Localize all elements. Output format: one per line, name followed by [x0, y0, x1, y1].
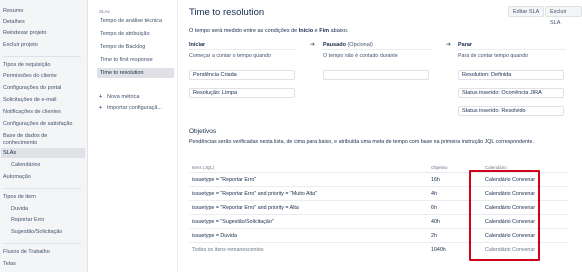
plus-icon: +	[99, 105, 103, 111]
row-jql: Todos os itens remanescentes	[192, 247, 264, 253]
nav-divider	[3, 243, 81, 244]
row-jql: issuetype = "Reportar Erro" and priority…	[192, 191, 317, 197]
nav-base-de-dados[interactable]: Base de dados de conhecimento	[3, 133, 73, 146]
desc-end: Fim	[319, 28, 330, 34]
divider	[189, 49, 297, 50]
stop-condition-field[interactable]: Status inserido: Ocorrência JIRA	[458, 88, 564, 98]
goals-description: Pendências serão verificadas nesta lista…	[189, 139, 534, 145]
nav-notificacoes-de-clientes[interactable]: Notificações de clientes	[3, 109, 85, 116]
pause-heading: Pausado (Opcional)	[323, 42, 373, 48]
divider	[323, 49, 431, 50]
row-jql: issuetype = "Reportar Erro" and priority…	[192, 205, 299, 211]
plus-icon: +	[99, 94, 103, 100]
row-jql: issuetype = "Reportar Erro"	[192, 177, 257, 183]
nav-sugestao-solicitacao[interactable]: Sugestão/Solicitação	[11, 229, 85, 236]
divider	[458, 49, 566, 50]
desc-start: Início	[298, 28, 314, 34]
pause-subtitle: O tempo não é contado durante	[323, 53, 398, 59]
nav-tipos-de-item[interactable]: Tipos de item	[3, 194, 85, 201]
row-jql: issuetype = "Sugestão/Solicitação"	[192, 219, 274, 225]
nav-calendarios[interactable]: Calendários	[11, 162, 85, 169]
row-goal: 6h	[431, 205, 437, 211]
sla-item-tempo-de-atribuicao[interactable]: Tempo de atribuição	[97, 29, 174, 39]
import-config-label: Importar configuraçã...	[107, 105, 163, 111]
nav-divider	[3, 56, 81, 57]
row-goal: 40h	[431, 219, 440, 225]
nav-fluxos-de-trabalho[interactable]: Fluxos de Trabalho	[3, 249, 85, 256]
start-subtitle: Começar a contar o tempo quando	[189, 53, 271, 59]
goals-heading: Objetivos	[189, 128, 217, 135]
stop-heading: Parar	[458, 42, 473, 48]
delete-sla-button[interactable]: Excluir SLA	[545, 6, 582, 26]
import-config-link[interactable]: + Importar configuraçã...	[99, 105, 162, 111]
nav-tipos-de-requisicao[interactable]: Tipos de requisição	[3, 62, 85, 69]
nav-excluir-projeto[interactable]: Excluir projeto	[3, 42, 85, 49]
nav-detalhes[interactable]: Detalhes	[3, 19, 85, 26]
nav-configuracoes-do-portal[interactable]: Configurações do portal	[3, 85, 85, 92]
new-metric-label: Nova métrica	[107, 94, 140, 100]
arrow-right-icon: ➔	[446, 42, 452, 48]
pause-condition-field[interactable]	[323, 70, 429, 80]
start-heading: Iniciar	[189, 42, 206, 48]
nav-solicitacoes-de-email[interactable]: Solicitações de e-mail	[3, 97, 85, 104]
start-condition-field[interactable]: Resolução: Limpa	[189, 88, 295, 98]
stop-condition-field[interactable]: Resolution: Definida	[458, 70, 564, 80]
sla-item-time-to-first-response[interactable]: Time to first response	[97, 55, 174, 65]
row-goal: 2h	[431, 233, 437, 239]
nav-resumo[interactable]: Resumo	[3, 8, 85, 15]
sla-item-tempo-de-analise[interactable]: Tempo de análise técnica	[97, 16, 174, 26]
nav-slas[interactable]: SLAs	[1, 148, 85, 158]
nav-reindexar-projeto[interactable]: Reindexar projeto	[3, 30, 85, 37]
stop-condition-field[interactable]: Status inserido: Resolvido	[458, 106, 564, 116]
col-jql: Itens (JQL)	[192, 165, 215, 170]
project-settings-sidebar: Resumo Detalhes Reindexar projeto Exclui…	[0, 0, 88, 272]
edit-sla-button[interactable]: Editar SLA	[508, 6, 545, 17]
sla-description: O tempo será medido entre as condições d…	[189, 28, 348, 34]
calendar-column-highlight	[469, 170, 540, 261]
desc-prefix: O tempo será medido entre as condições d…	[189, 28, 299, 34]
nav-configuracoes-de-satisfacao[interactable]: Configurações de satisfação	[3, 121, 85, 128]
nav-automacao[interactable]: Automação	[3, 174, 85, 181]
pause-optional: (Opcional)	[347, 42, 373, 48]
pause-title: Pausado	[323, 42, 346, 48]
sla-item-tempo-de-backlog[interactable]: Tempo de Backlog	[97, 42, 174, 52]
new-metric-link[interactable]: + Nova métrica	[99, 94, 139, 100]
start-condition-field[interactable]: Pendência Criada	[189, 70, 295, 80]
arrow-right-icon: ➔	[310, 42, 316, 48]
stop-subtitle: Para de contar tempo quando	[458, 53, 529, 59]
desc-suffix: abaixo.	[329, 28, 349, 34]
nav-duvida[interactable]: Duvida	[11, 206, 85, 213]
row-jql: issuetype = Duvida	[192, 233, 237, 239]
nav-divider	[3, 188, 81, 189]
col-goal: Objetivo	[431, 165, 448, 170]
page-title: Time to resolution	[189, 7, 265, 18]
nav-telas[interactable]: Telas	[3, 261, 85, 268]
row-goal: 1040h	[431, 247, 446, 253]
nav-permissoes-do-cliente[interactable]: Permissões do cliente	[3, 73, 85, 80]
row-goal: 4h	[431, 191, 437, 197]
nav-reportar-erro[interactable]: Reportar Erro	[11, 217, 85, 224]
sla-list-caption: SLAs	[99, 9, 110, 14]
row-goal: 16h	[431, 177, 440, 183]
sla-metrics-panel: SLAs Tempo de análise técnica Tempo de a…	[88, 0, 178, 272]
sla-item-time-to-resolution[interactable]: Time to resolution	[97, 68, 174, 78]
